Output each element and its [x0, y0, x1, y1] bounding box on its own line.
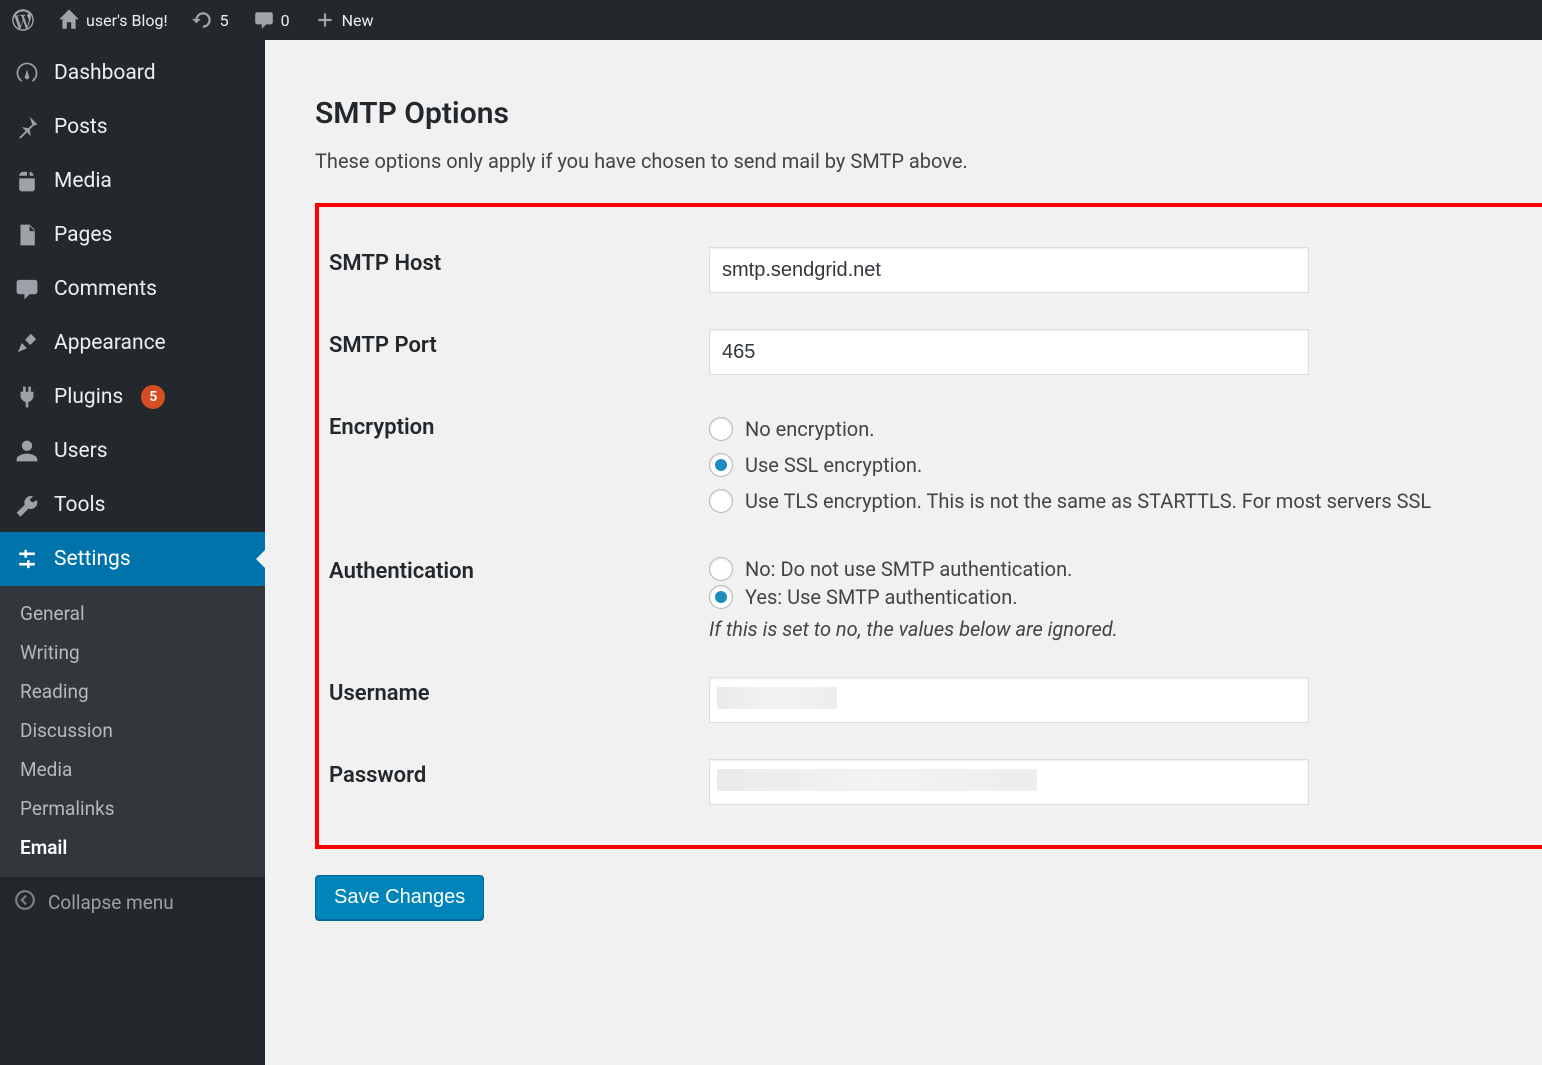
media-icon: [14, 168, 40, 194]
sidebar-item-label: Posts: [54, 115, 108, 139]
label-smtp-host: SMTP Host: [329, 229, 709, 311]
encryption-tls-label: Use TLS encryption. This is not the same…: [745, 489, 1431, 513]
sidebar-item-media[interactable]: Media: [0, 154, 265, 208]
plugins-icon: [14, 384, 40, 410]
site-title-text: user's Blog!: [86, 11, 168, 30]
auth-yes-label: Yes: Use SMTP authentication.: [745, 585, 1018, 609]
comments-icon: [14, 276, 40, 302]
main-content: SMTP Options These options only apply if…: [265, 40, 1542, 1065]
sidebar-item-settings[interactable]: Settings: [0, 532, 265, 586]
label-username: Username: [329, 659, 709, 741]
smtp-port-input[interactable]: [709, 329, 1309, 375]
comments-count: 0: [281, 11, 290, 30]
sidebar-item-label: Appearance: [54, 331, 166, 355]
plus-icon: [314, 9, 336, 31]
sidebar-item-pages[interactable]: Pages: [0, 208, 265, 262]
save-changes-button[interactable]: Save Changes: [315, 875, 484, 920]
dashboard-icon: [14, 60, 40, 86]
sidebar-item-label: Tools: [54, 493, 105, 517]
refresh-icon: [192, 9, 214, 31]
admin-sidebar: Dashboard Posts Media Pages Comments App…: [0, 40, 265, 1065]
encryption-none-radio[interactable]: [709, 417, 733, 441]
sidebar-item-appearance[interactable]: Appearance: [0, 316, 265, 370]
submenu-reading[interactable]: Reading: [0, 672, 265, 711]
sidebar-item-label: Settings: [54, 547, 131, 571]
sidebar-item-plugins[interactable]: Plugins 5: [0, 370, 265, 424]
submenu-permalinks[interactable]: Permalinks: [0, 789, 265, 828]
encryption-tls-radio[interactable]: [709, 489, 733, 513]
username-input[interactable]: [709, 677, 1309, 723]
settings-icon: [14, 546, 40, 572]
sidebar-item-comments[interactable]: Comments: [0, 262, 265, 316]
sidebar-item-tools[interactable]: Tools: [0, 478, 265, 532]
submenu-media[interactable]: Media: [0, 750, 265, 789]
collapse-label: Collapse menu: [48, 891, 174, 914]
auth-yes-option[interactable]: Yes: Use SMTP authentication.: [709, 583, 1522, 611]
encryption-ssl-label: Use SSL encryption.: [745, 453, 922, 477]
auth-yes-radio[interactable]: [709, 585, 733, 609]
collapse-icon: [14, 889, 36, 916]
sidebar-item-users[interactable]: Users: [0, 424, 265, 478]
pages-icon: [14, 222, 40, 248]
updates-count: 5: [220, 11, 229, 30]
sidebar-item-label: Users: [54, 439, 108, 463]
sidebar-item-label: Pages: [54, 223, 112, 247]
appearance-icon: [14, 330, 40, 356]
submenu-discussion[interactable]: Discussion: [0, 711, 265, 750]
new-label: New: [342, 11, 374, 30]
sidebar-item-label: Media: [54, 169, 112, 193]
smtp-form-table: SMTP Host SMTP Port Encryption: [329, 229, 1522, 823]
home-icon: [58, 9, 80, 31]
auth-no-option[interactable]: No: Do not use SMTP authentication.: [709, 555, 1522, 583]
label-smtp-port: SMTP Port: [329, 311, 709, 393]
submenu-writing[interactable]: Writing: [0, 633, 265, 672]
comment-icon: [253, 9, 275, 31]
comments[interactable]: 0: [241, 0, 302, 40]
site-name[interactable]: user's Blog!: [46, 0, 180, 40]
auth-no-label: No: Do not use SMTP authentication.: [745, 557, 1072, 581]
label-password: Password: [329, 741, 709, 823]
new-content[interactable]: New: [302, 0, 386, 40]
tools-icon: [14, 492, 40, 518]
pushpin-icon: [14, 114, 40, 140]
submenu-general[interactable]: General: [0, 594, 265, 633]
sidebar-item-label: Comments: [54, 277, 157, 301]
page-description: These options only apply if you have cho…: [315, 149, 1512, 173]
encryption-none-option[interactable]: No encryption.: [709, 411, 1522, 447]
sidebar-item-posts[interactable]: Posts: [0, 100, 265, 154]
sidebar-item-dashboard[interactable]: Dashboard: [0, 40, 265, 100]
submenu-email[interactable]: Email: [0, 828, 265, 867]
admin-bar: user's Blog! 5 0 New: [0, 0, 1542, 40]
encryption-ssl-radio[interactable]: [709, 453, 733, 477]
wp-logo[interactable]: [0, 0, 46, 40]
sidebar-item-label: Plugins: [54, 385, 123, 409]
auth-no-radio[interactable]: [709, 557, 733, 581]
encryption-tls-option[interactable]: Use TLS encryption. This is not the same…: [709, 483, 1522, 519]
password-input[interactable]: [709, 759, 1309, 805]
label-authentication: Authentication: [329, 537, 709, 659]
wordpress-icon: [12, 9, 34, 31]
users-icon: [14, 438, 40, 464]
sidebar-item-label: Dashboard: [54, 61, 156, 85]
smtp-host-input[interactable]: [709, 247, 1309, 293]
settings-submenu: General Writing Reading Discussion Media…: [0, 586, 265, 877]
encryption-none-label: No encryption.: [745, 417, 875, 441]
page-title: SMTP Options: [315, 96, 1512, 131]
highlight-box: SMTP Host SMTP Port Encryption: [315, 203, 1542, 849]
auth-hint: If this is set to no, the values below a…: [709, 617, 1522, 641]
updates[interactable]: 5: [180, 0, 241, 40]
encryption-ssl-option[interactable]: Use SSL encryption.: [709, 447, 1522, 483]
label-encryption: Encryption: [329, 393, 709, 537]
collapse-menu[interactable]: Collapse menu: [0, 877, 265, 928]
plugins-update-badge: 5: [141, 385, 165, 409]
